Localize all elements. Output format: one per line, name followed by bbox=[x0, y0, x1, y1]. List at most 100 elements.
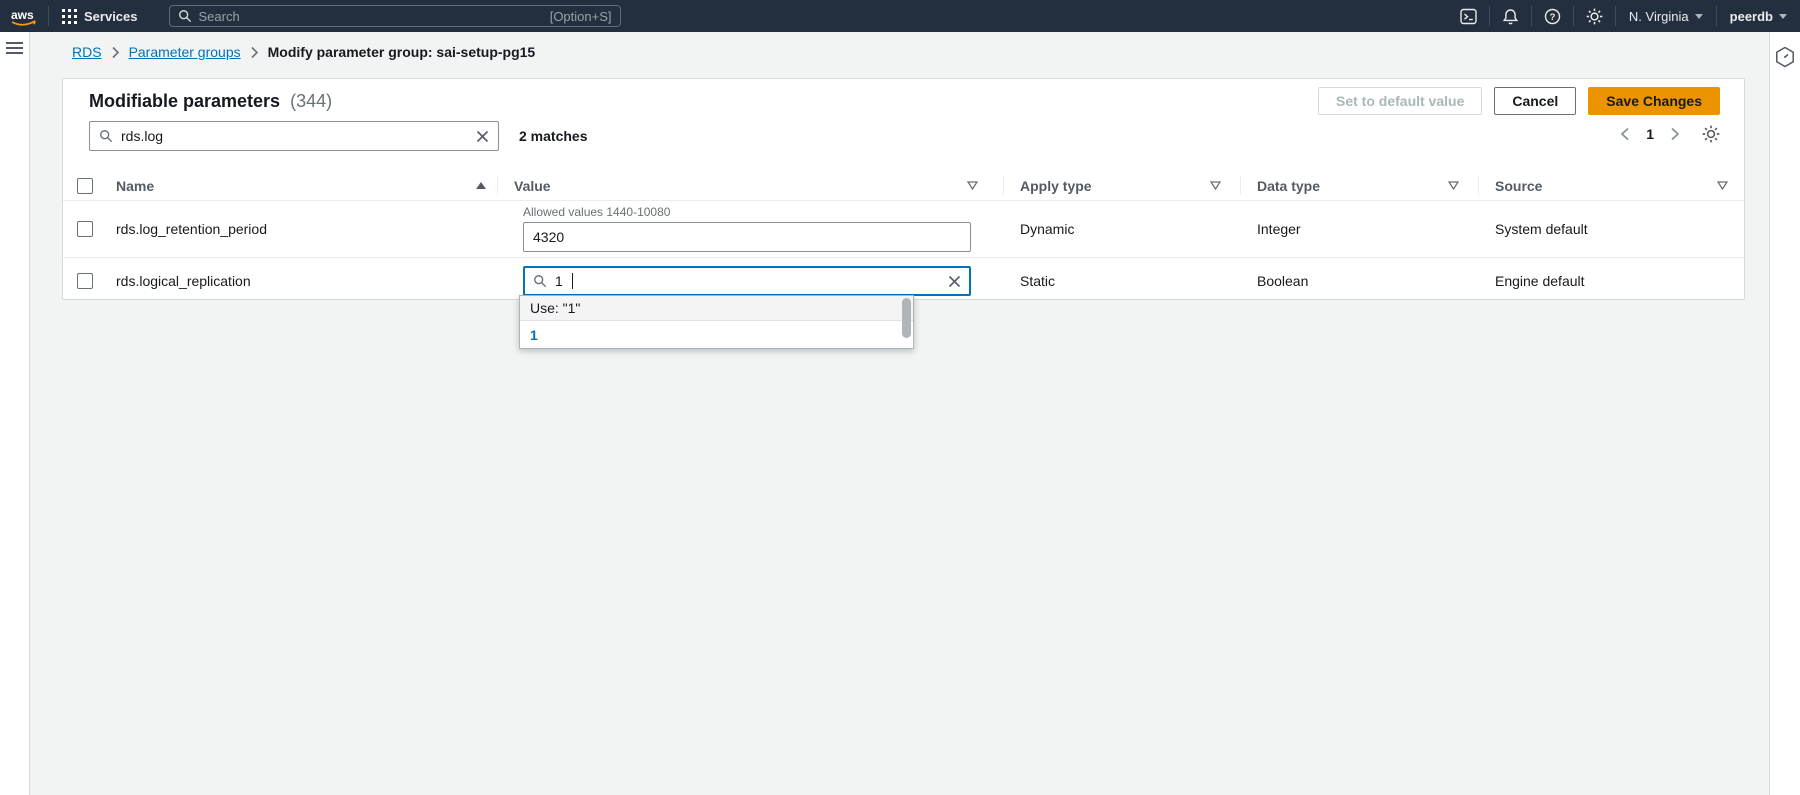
select-all-checkbox[interactable] bbox=[77, 178, 93, 194]
global-search-input[interactable]: Search [Option+S] bbox=[169, 5, 621, 27]
region-label: N. Virginia bbox=[1629, 9, 1689, 24]
data-type-value: Boolean bbox=[1241, 258, 1479, 303]
data-type-value: Integer bbox=[1241, 201, 1479, 257]
parameter-value-select-search[interactable]: 1 bbox=[523, 266, 971, 296]
parameter-value-input[interactable] bbox=[523, 222, 971, 252]
svg-text:aws: aws bbox=[11, 8, 34, 22]
apply-type-value: Static bbox=[1004, 258, 1241, 303]
clear-filter-button[interactable] bbox=[476, 130, 489, 143]
gear-icon bbox=[1586, 8, 1603, 25]
search-icon bbox=[99, 129, 113, 143]
close-icon bbox=[476, 130, 489, 143]
dropdown-use-item[interactable]: Use: "1" bbox=[520, 296, 913, 321]
table-preferences-button[interactable] bbox=[1702, 125, 1720, 143]
services-menu-button[interactable]: Services bbox=[49, 0, 151, 32]
help-question-icon: ? bbox=[1544, 8, 1561, 25]
clear-select-search-button[interactable] bbox=[948, 275, 961, 288]
panel-title-row: Modifiable parameters (344) bbox=[89, 91, 332, 112]
help-button[interactable]: ? bbox=[1532, 0, 1573, 32]
column-label-value: Value bbox=[514, 178, 551, 194]
table-row: rds.log_retention_period Allowed values … bbox=[63, 201, 1744, 258]
gear-icon bbox=[1702, 125, 1720, 143]
page-number-button[interactable]: 1 bbox=[1644, 126, 1656, 142]
parameter-name: rds.logical_replication bbox=[106, 258, 498, 303]
search-icon bbox=[178, 9, 192, 23]
column-header-data-type[interactable]: Data type bbox=[1241, 171, 1479, 200]
column-header-value[interactable]: Value bbox=[498, 171, 1004, 200]
parameter-name: rds.log_retention_period bbox=[106, 201, 498, 257]
breadcrumb-link-parameter-groups[interactable]: Parameter groups bbox=[129, 44, 241, 60]
svg-text:?: ? bbox=[1550, 12, 1556, 23]
breadcrumb-current: Modify parameter group: sai-setup-pg15 bbox=[268, 44, 536, 60]
breadcrumb-chevron-icon bbox=[250, 46, 259, 59]
row-checkbox[interactable] bbox=[77, 273, 93, 289]
filter-triangle-icon bbox=[967, 181, 978, 190]
apply-type-value: Dynamic bbox=[1004, 201, 1241, 257]
filter-apply-type-button[interactable] bbox=[1210, 181, 1221, 190]
filter-data-type-button[interactable] bbox=[1448, 181, 1459, 190]
region-selector[interactable]: N. Virginia bbox=[1616, 0, 1716, 32]
account-menu[interactable]: peerdb bbox=[1717, 0, 1800, 32]
column-header-apply-type[interactable]: Apply type bbox=[1004, 171, 1241, 200]
text-cursor bbox=[572, 273, 573, 289]
next-page-button[interactable] bbox=[1670, 127, 1680, 141]
close-icon bbox=[948, 275, 961, 288]
filter-source-button[interactable] bbox=[1717, 181, 1728, 190]
source-value: Engine default bbox=[1479, 258, 1746, 303]
account-label: peerdb bbox=[1730, 9, 1773, 24]
select-search-query: 1 bbox=[555, 273, 563, 289]
bell-icon bbox=[1502, 8, 1519, 25]
column-label-data-type: Data type bbox=[1257, 178, 1320, 194]
page-title: Modifiable parameters bbox=[89, 91, 280, 111]
parameter-count: (344) bbox=[290, 91, 332, 111]
settings-button[interactable] bbox=[1574, 0, 1615, 32]
filter-triangle-icon bbox=[1717, 181, 1728, 190]
cloudshell-button[interactable] bbox=[1448, 0, 1489, 32]
column-header-name[interactable]: Name bbox=[106, 171, 498, 200]
filter-value-button[interactable] bbox=[967, 181, 978, 190]
breadcrumb: RDS Parameter groups Modify parameter gr… bbox=[72, 44, 535, 60]
cloudshell-terminal-icon bbox=[1460, 8, 1477, 25]
right-tools-strip bbox=[1769, 32, 1800, 795]
allowed-values-hint: Allowed values 1440-10080 bbox=[523, 205, 1004, 219]
dropdown-scrollbar-thumb[interactable] bbox=[902, 298, 911, 338]
hexagon-clock-icon bbox=[1775, 46, 1795, 68]
filter-triangle-icon bbox=[1210, 181, 1221, 190]
breadcrumb-link-rds[interactable]: RDS bbox=[72, 44, 102, 60]
dropdown-option-item[interactable]: 1 bbox=[520, 321, 913, 348]
column-label-source: Source bbox=[1495, 178, 1542, 194]
parameter-filter-input[interactable] bbox=[89, 121, 499, 151]
chevron-right-icon bbox=[1670, 127, 1680, 141]
column-label-apply-type: Apply type bbox=[1020, 178, 1092, 194]
aws-logo[interactable]: aws bbox=[0, 5, 48, 27]
left-nav-strip bbox=[0, 32, 30, 795]
parameter-filter-text[interactable] bbox=[121, 128, 468, 144]
services-label: Services bbox=[84, 9, 138, 24]
chevron-left-icon bbox=[1620, 127, 1630, 141]
top-navbar: aws Services Search [Option+S] bbox=[0, 0, 1800, 32]
save-changes-button[interactable]: Save Changes bbox=[1588, 87, 1720, 115]
previous-page-button[interactable] bbox=[1620, 127, 1630, 141]
column-label-name: Name bbox=[116, 178, 154, 194]
breadcrumb-chevron-icon bbox=[111, 46, 120, 59]
set-to-default-button[interactable]: Set to default value bbox=[1318, 87, 1482, 115]
notifications-hex-button[interactable] bbox=[1775, 46, 1795, 68]
services-grid-icon bbox=[62, 9, 77, 24]
select-all-column-header bbox=[63, 171, 106, 200]
pagination: 1 bbox=[1620, 125, 1720, 143]
search-shortcut-hint: [Option+S] bbox=[550, 9, 612, 24]
match-count-label: 2 matches bbox=[519, 128, 587, 144]
aws-logo-icon: aws bbox=[9, 7, 39, 27]
filter-triangle-icon bbox=[1448, 181, 1459, 190]
value-autocomplete-dropdown: Use: "1" 1 bbox=[519, 295, 914, 349]
hamburger-menu-icon[interactable] bbox=[6, 42, 23, 54]
search-icon bbox=[533, 274, 547, 288]
chevron-down-icon bbox=[1695, 14, 1703, 19]
modifiable-parameters-panel: Modifiable parameters (344) Set to defau… bbox=[62, 78, 1745, 300]
notifications-button[interactable] bbox=[1490, 0, 1531, 32]
row-checkbox[interactable] bbox=[77, 221, 93, 237]
column-header-source[interactable]: Source bbox=[1479, 171, 1746, 200]
cancel-button[interactable]: Cancel bbox=[1494, 87, 1576, 115]
table-header-row: Name Value Apply type Data type Source bbox=[63, 171, 1744, 201]
chevron-down-icon bbox=[1779, 14, 1787, 19]
